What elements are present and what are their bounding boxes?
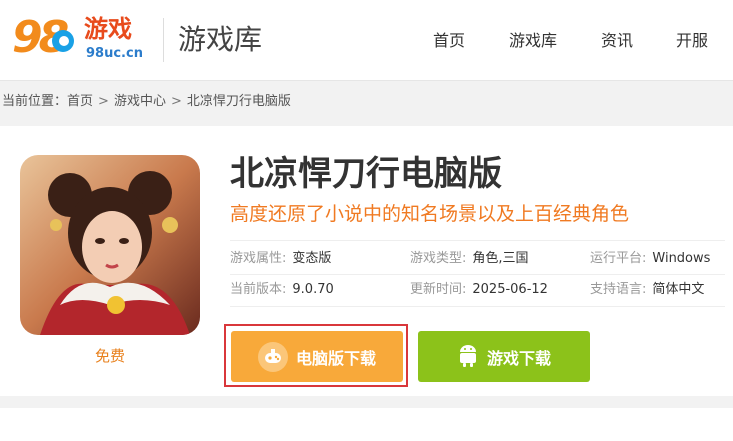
game-download-label: 游戏下载 xyxy=(486,348,551,368)
info-value: Windows xyxy=(652,251,711,266)
info-key: 支持语言: xyxy=(590,282,647,297)
breadcrumb: 当前位置：首页 > 游戏中心 > 北凉悍刀行电脑版 xyxy=(2,93,291,111)
breadcrumb-separator: > xyxy=(98,94,109,109)
next-section xyxy=(0,408,733,441)
logo-eye-icon xyxy=(52,30,74,52)
info-game-attribute: 游戏属性: 变态版 xyxy=(230,250,331,268)
info-key: 游戏类型: xyxy=(410,251,467,266)
pc-download-button[interactable]: 电脑版下载 xyxy=(231,331,403,382)
nav-game-library[interactable]: 游戏库 xyxy=(509,30,557,52)
game-description: 高度还原了小说中的知名场景以及上百经典角色 xyxy=(230,203,630,225)
info-key: 更新时间: xyxy=(410,282,467,297)
info-key: 游戏属性: xyxy=(230,251,287,266)
info-value: 变态版 xyxy=(292,251,332,266)
breadcrumb-home[interactable]: 首页 xyxy=(67,94,93,109)
site-header: 98 游戏 98uc.cn 游戏库 首页 游戏库 资讯 开服 xyxy=(0,0,733,81)
info-key: 运行平台: xyxy=(590,251,647,266)
info-update-time: 更新时间: 2025-06-12 xyxy=(410,281,548,299)
price-label: 免费 xyxy=(94,347,125,365)
nav-home[interactable]: 首页 xyxy=(433,30,465,52)
info-value: 角色,三国 xyxy=(472,251,529,266)
info-language: 支持语言: 简体中文 xyxy=(590,281,704,299)
info-value: 9.0.70 xyxy=(292,282,334,297)
info-divider-middle xyxy=(230,274,725,275)
game-cover-image xyxy=(20,155,200,335)
info-divider-top xyxy=(230,240,725,241)
header-divider xyxy=(163,18,164,62)
nav-news[interactable]: 资讯 xyxy=(601,30,633,52)
breadcrumb-label: 当前位置： xyxy=(2,94,68,109)
pc-download-label: 电脑版下载 xyxy=(295,348,376,368)
site-title: 游戏库 xyxy=(178,23,263,56)
android-icon xyxy=(457,342,479,372)
breadcrumb-current[interactable]: 北凉悍刀行电脑版 xyxy=(187,94,291,109)
breadcrumb-game-center[interactable]: 游戏中心 xyxy=(114,94,166,109)
info-platform: 运行平台: Windows xyxy=(590,250,710,268)
info-version: 当前版本: 9.0.70 xyxy=(230,281,334,299)
gamepad-icon xyxy=(257,341,288,372)
info-value: 简体中文 xyxy=(652,282,705,297)
info-game-type: 游戏类型: 角色,三国 xyxy=(410,250,529,268)
info-value: 2025-06-12 xyxy=(472,282,548,297)
nav-server[interactable]: 开服 xyxy=(676,30,708,52)
logo-url-text: 98uc.cn xyxy=(86,46,143,61)
breadcrumb-separator: > xyxy=(170,94,182,109)
logo-cn-text: 游戏 xyxy=(84,15,132,43)
info-divider-bottom xyxy=(230,306,725,307)
site-logo[interactable]: 98 游戏 98uc.cn xyxy=(12,12,152,68)
game-download-button[interactable]: 游戏下载 xyxy=(418,331,590,382)
game-title: 北凉悍刀行电脑版 xyxy=(230,154,502,194)
info-key: 当前版本: xyxy=(230,282,287,297)
